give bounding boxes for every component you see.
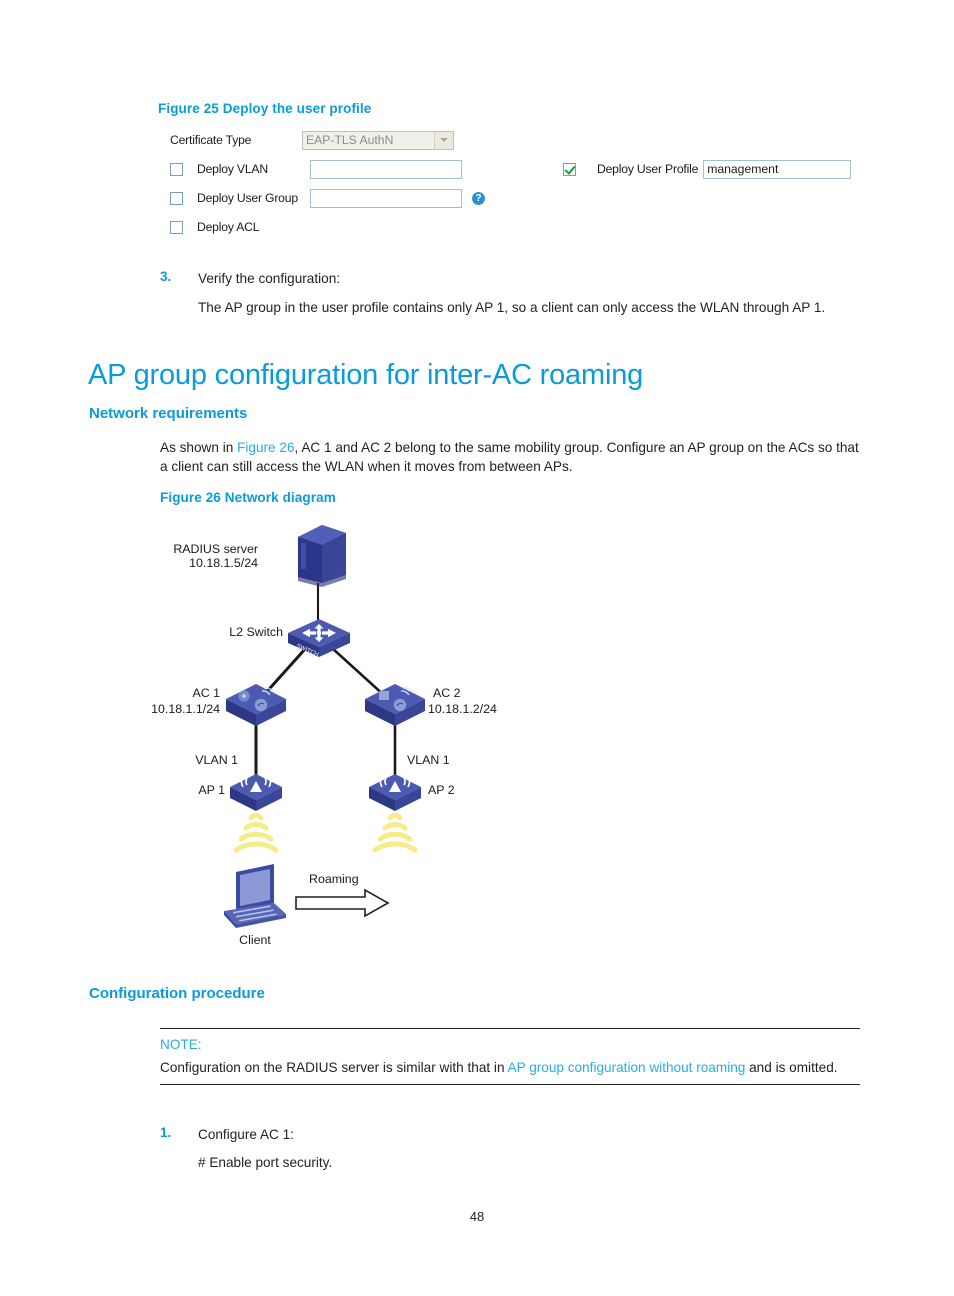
deploy-vlan-checkbox[interactable] xyxy=(170,162,183,176)
figure-25-caption: Figure 25 Deploy the user profile xyxy=(158,101,372,116)
roaming-arrow-icon xyxy=(295,888,390,918)
deploy-user-group-row: Deploy User Group ? xyxy=(170,188,485,208)
deploy-user-group-checkbox[interactable] xyxy=(170,191,183,205)
requirements-text-before-link: As shown in xyxy=(160,440,238,455)
ac1-ip-label: 10.18.1.1/24 xyxy=(151,702,220,716)
deploy-vlan-row: Deploy VLAN xyxy=(170,159,462,179)
network-requirements-paragraph: As shown in Figure 26, AC 1 and AC 2 bel… xyxy=(160,438,866,476)
step-3-title: Verify the configuration: xyxy=(198,271,341,286)
ap2-label: AP 2 xyxy=(428,783,455,797)
deploy-acl-label: Deploy ACL xyxy=(197,220,260,234)
note-text-after-link: and is omitted. xyxy=(745,1060,838,1075)
deploy-user-profile-input[interactable]: management xyxy=(703,159,852,179)
ap-group-without-roaming-link[interactable]: AP group configuration without roaming xyxy=(508,1060,746,1075)
deploy-user-profile-form: Certificate Type EAP-TLS AuthN Deploy VL… xyxy=(160,128,880,246)
l2-switch-label: L2 Switch xyxy=(229,625,283,639)
ac1-icon xyxy=(226,684,286,726)
note-bottom-divider xyxy=(160,1084,860,1085)
figure-26-caption: Figure 26 Network diagram xyxy=(160,490,336,505)
note-text-before-link: Configuration on the RADIUS server is si… xyxy=(160,1060,508,1075)
deploy-user-profile-row: Deploy User Profile management xyxy=(563,159,852,179)
deploy-acl-row: Deploy ACL xyxy=(170,217,260,237)
section-configuration-procedure: Configuration procedure xyxy=(89,985,265,1002)
figure-26-link[interactable]: Figure 26 xyxy=(237,440,294,455)
note-block: NOTE: Configuration on the RADIUS server… xyxy=(160,1028,860,1085)
ap1-icon xyxy=(230,774,282,811)
ap2-signal-icon xyxy=(372,812,418,853)
document-page: Figure 25 Deploy the user profile Certif… xyxy=(0,0,954,1296)
vlan1-right-label: VLAN 1 xyxy=(407,753,450,767)
note-top-divider xyxy=(160,1028,860,1029)
certificate-type-select[interactable]: EAP-TLS AuthN xyxy=(302,130,454,150)
note-title: NOTE: xyxy=(160,1037,202,1052)
deploy-vlan-input[interactable] xyxy=(310,159,462,179)
link-switch-ac1 xyxy=(260,646,308,699)
step-3-body: The AP group in the user profile contain… xyxy=(198,300,826,315)
ac1-label: AC 1 xyxy=(192,686,220,700)
vlan1-left-label: VLAN 1 xyxy=(195,753,238,767)
chevron-down-icon[interactable] xyxy=(434,131,453,149)
page-title: AP group configuration for inter-AC roam… xyxy=(88,359,644,391)
step-1-number: 1. xyxy=(160,1125,172,1140)
network-diagram-svg: SWITCH xyxy=(224,525,425,928)
deploy-user-profile-checkbox[interactable] xyxy=(563,162,576,176)
ap1-label: AP 1 xyxy=(198,783,225,797)
network-diagram: SWITCH RADIUS server 10.18.1.5/24 L2 Swi… xyxy=(150,515,570,955)
section-network-requirements: Network requirements xyxy=(89,405,248,422)
ac2-icon xyxy=(365,684,425,726)
note-body: Configuration on the RADIUS server is si… xyxy=(160,1058,860,1077)
ac2-label: AC 2 xyxy=(433,686,461,700)
link-switch-ac2 xyxy=(331,647,387,698)
client-label: Client xyxy=(239,933,271,947)
step-1-command: # Enable port security. xyxy=(198,1155,333,1170)
question-mark-icon[interactable]: ? xyxy=(472,191,485,205)
certificate-type-label: Certificate Type xyxy=(170,133,252,147)
ap1-signal-icon xyxy=(233,812,279,853)
ac2-ip-label: 10.18.1.2/24 xyxy=(428,702,497,716)
step-1-title: Configure AC 1: xyxy=(198,1127,294,1142)
certificate-type-selected-value: EAP-TLS AuthN xyxy=(306,132,394,147)
certificate-type-row: Certificate Type EAP-TLS AuthN xyxy=(170,130,454,150)
radius-server-label: RADIUS server xyxy=(173,542,258,556)
deploy-user-group-input[interactable] xyxy=(310,188,462,208)
radius-server-icon xyxy=(298,525,346,587)
client-laptop-icon xyxy=(224,864,286,928)
deploy-user-group-label: Deploy User Group xyxy=(197,191,298,205)
l2-switch-icon: SWITCH xyxy=(288,619,350,658)
roaming-label: Roaming xyxy=(309,872,359,886)
radius-server-ip-label: 10.18.1.5/24 xyxy=(189,556,258,570)
ap2-icon xyxy=(369,774,421,811)
page-number: 48 xyxy=(469,1209,485,1224)
deploy-acl-checkbox[interactable] xyxy=(170,220,183,234)
deploy-vlan-label: Deploy VLAN xyxy=(197,162,268,176)
step-3-number: 3. xyxy=(160,269,172,284)
deploy-user-profile-label: Deploy User Profile xyxy=(597,162,699,176)
